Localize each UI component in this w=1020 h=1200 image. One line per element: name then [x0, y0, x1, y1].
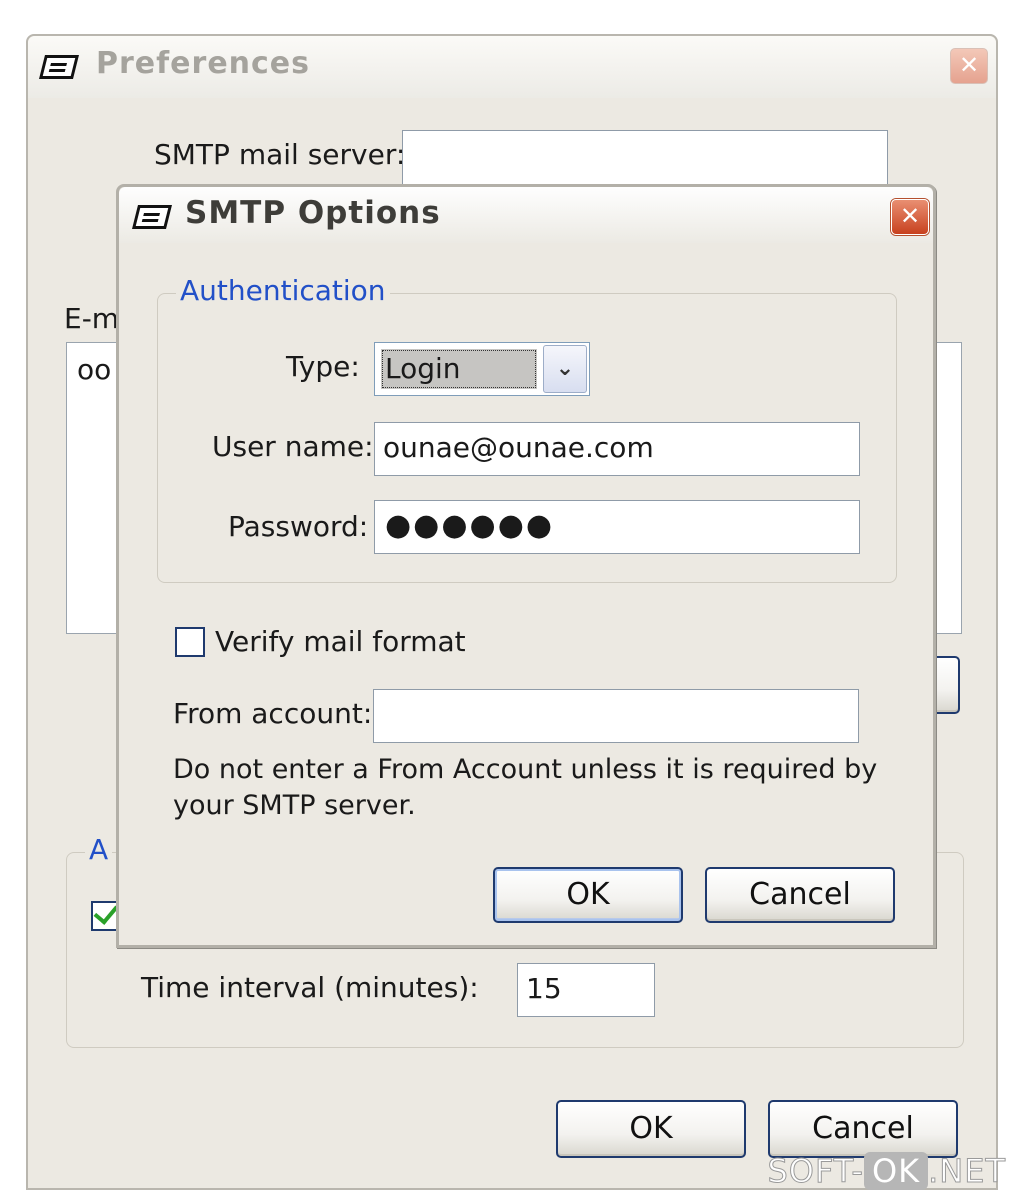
- verify-mail-format-label[interactable]: Verify mail format: [215, 625, 466, 658]
- app-window-icon: [132, 205, 172, 229]
- auto-check-group-caption: A: [85, 833, 113, 866]
- authentication-caption: Authentication: [176, 274, 390, 307]
- close-icon[interactable]: ✕: [891, 199, 929, 235]
- password-label: Password:: [228, 510, 369, 543]
- app-window-icon: [39, 55, 79, 79]
- smtp-server-input[interactable]: [402, 130, 888, 186]
- verify-mail-format-checkbox[interactable]: [175, 627, 205, 657]
- smtp-ok-button[interactable]: OK: [493, 867, 683, 923]
- chevron-down-icon[interactable]: ⌄: [543, 345, 587, 393]
- watermark-prefix: SOFT-: [767, 1152, 864, 1191]
- user-name-input[interactable]: ounae@ounae.com: [374, 422, 860, 476]
- authentication-group: Authentication Type: Login ⌄ User name: …: [157, 274, 897, 583]
- watermark: SOFT- OK .NET: [767, 1152, 1006, 1191]
- user-name-label: User name:: [212, 430, 374, 463]
- preferences-titlebar[interactable]: Preferences ✕: [28, 36, 996, 98]
- email-label: E-m: [64, 302, 120, 335]
- from-account-label: From account:: [173, 697, 373, 730]
- checkmark-icon: [93, 899, 119, 925]
- smtp-options-title: SMTP Options: [185, 195, 441, 231]
- type-select-value: Login: [381, 349, 537, 389]
- from-account-hint-line1: Do not enter a From Account unless it is…: [173, 754, 878, 785]
- watermark-ok: OK: [863, 1152, 929, 1190]
- watermark-suffix: .NET: [928, 1152, 1006, 1191]
- type-label: Type:: [286, 350, 360, 383]
- preferences-ok-button[interactable]: OK: [556, 1100, 746, 1158]
- from-account-input[interactable]: [373, 689, 859, 743]
- smtp-server-label: SMTP mail server:: [154, 138, 406, 171]
- list-item[interactable]: oo: [77, 353, 111, 386]
- password-input[interactable]: ●●●●●●: [374, 500, 860, 554]
- time-interval-label: Time interval (minutes):: [141, 971, 479, 1004]
- smtp-options-dialog: SMTP Options ✕ Authentication Type: Logi…: [116, 184, 936, 948]
- time-interval-input[interactable]: 15: [517, 963, 655, 1017]
- preferences-cancel-button[interactable]: Cancel: [768, 1100, 958, 1158]
- from-account-hint-line2: your SMTP server.: [173, 790, 416, 821]
- smtp-options-titlebar[interactable]: SMTP Options ✕: [119, 187, 933, 243]
- type-select[interactable]: Login ⌄: [374, 342, 590, 396]
- close-icon[interactable]: ✕: [950, 48, 988, 84]
- preferences-title: Preferences: [96, 46, 311, 81]
- smtp-cancel-button[interactable]: Cancel: [705, 867, 895, 923]
